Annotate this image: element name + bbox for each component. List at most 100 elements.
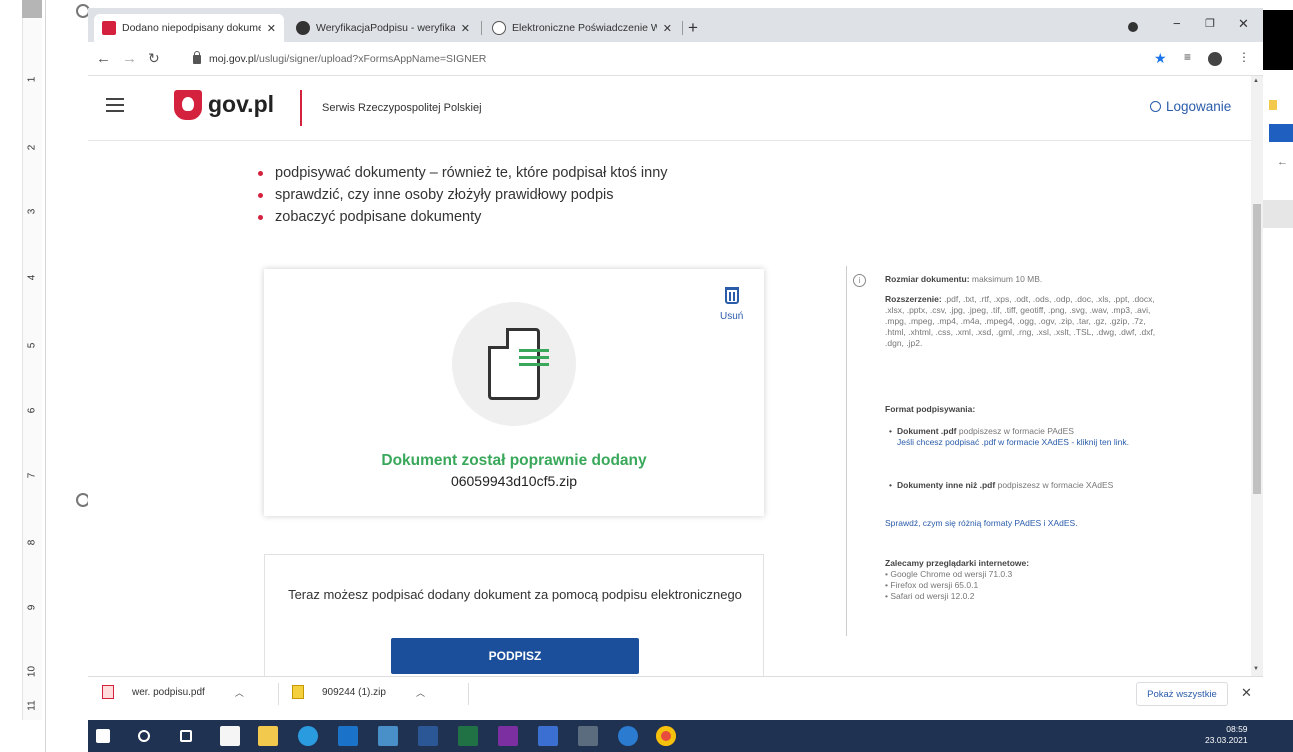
tab-close-icon[interactable]: ✕ bbox=[267, 22, 276, 35]
mail-icon[interactable] bbox=[338, 726, 358, 746]
clock-time: 08:59 bbox=[1226, 724, 1248, 734]
sign-button[interactable]: PODPISZ bbox=[391, 638, 639, 674]
info-icon: i bbox=[853, 274, 866, 287]
download-item[interactable]: wer. podpisu.pdf ︿ bbox=[102, 685, 244, 699]
excel-icon[interactable] bbox=[458, 726, 478, 746]
list-item-text: podpisywać dokumenty – również te, które… bbox=[275, 165, 668, 181]
hamburger-menu-icon[interactable] bbox=[106, 98, 124, 112]
file-explorer-icon[interactable] bbox=[258, 726, 278, 746]
format-pdf: • Dokument .pdf podpiszesz w formacie PAd… bbox=[889, 426, 1129, 447]
download-name: wer. podpisu.pdf bbox=[132, 686, 205, 698]
reading-list-icon[interactable]: ≡ bbox=[1184, 50, 1191, 64]
document-icon bbox=[488, 328, 549, 400]
chrome-icon[interactable] bbox=[656, 726, 676, 746]
background-window: ← bbox=[1263, 0, 1293, 720]
site-header: gov.pl Serwis Rzeczypospolitej Polskiej … bbox=[88, 76, 1251, 141]
scroll-down-icon[interactable]: ▼ bbox=[1253, 666, 1259, 672]
ruler-number: 11 bbox=[26, 700, 38, 711]
ruler-number: 1 bbox=[26, 76, 38, 83]
new-tab-button[interactable]: + bbox=[688, 18, 698, 38]
trash-icon[interactable] bbox=[725, 287, 739, 304]
extensions-label: Rozszerzenie: bbox=[885, 294, 942, 304]
onenote-icon[interactable] bbox=[498, 726, 518, 746]
tab-separator bbox=[682, 21, 683, 35]
windows-start-icon[interactable] bbox=[96, 729, 110, 743]
document-line bbox=[519, 349, 549, 352]
reload-icon[interactable]: ↻ bbox=[148, 50, 160, 67]
format-title: Format podpisywania: bbox=[885, 404, 1163, 415]
tab-close-icon[interactable]: ✕ bbox=[663, 22, 672, 35]
other-format: podpiszesz w formacie XAdES bbox=[997, 480, 1114, 490]
delete-link[interactable]: Usuń bbox=[720, 311, 743, 322]
screen: 1 2 3 4 5 6 7 8 9 10 11 Dodano niepodpis… bbox=[0, 0, 1293, 752]
tab-dodano[interactable]: Dodano niepodpisany dokument ✕ bbox=[94, 14, 284, 42]
document-line bbox=[519, 363, 549, 366]
scroll-up-icon[interactable]: ▲ bbox=[1253, 78, 1259, 84]
forward-arrow-icon[interactable]: → bbox=[122, 50, 137, 67]
back-arrow-icon[interactable]: ← bbox=[96, 50, 111, 67]
browser-window: Dodano niepodpisany dokument ✕ Weryfikac… bbox=[88, 8, 1263, 710]
minimize-button[interactable]: − bbox=[1173, 16, 1181, 31]
scrollbar-thumb[interactable] bbox=[1253, 204, 1261, 494]
bookmark-star-icon[interactable]: ★ bbox=[1154, 50, 1167, 67]
ruler-number: 3 bbox=[26, 208, 38, 215]
maximize-button[interactable]: ❐ bbox=[1205, 17, 1215, 30]
url-field[interactable]: moj.gov.pl/uslugi/signer/upload?xFormsAp… bbox=[183, 47, 1143, 71]
account-icon[interactable] bbox=[1208, 52, 1222, 66]
tab-title: WeryfikacjaPodpisu - weryfikacja bbox=[316, 22, 455, 34]
chevron-up-icon[interactable]: ︿ bbox=[416, 686, 425, 699]
other-label: Dokumenty inne niż .pdf bbox=[896, 480, 996, 490]
download-item[interactable]: 909244 (1).zip ︿ bbox=[292, 685, 425, 699]
store-icon[interactable] bbox=[220, 726, 240, 746]
page-viewport: gov.pl Serwis Rzeczypospolitej Polskiej … bbox=[88, 76, 1251, 676]
tab-epuap[interactable]: Elektroniczne Poświadczenie Wa ✕ bbox=[484, 14, 680, 42]
close-download-bar-icon[interactable]: ✕ bbox=[1241, 685, 1252, 701]
uploaded-document-card: Usuń Dokument został poprawnie dodany 06… bbox=[264, 269, 764, 516]
url-host: moj.gov.pl bbox=[209, 53, 257, 65]
document-line bbox=[519, 356, 549, 359]
govpl-logo[interactable]: gov.pl bbox=[208, 91, 274, 118]
browser-item: • Google Chrome od wersji 71.0.3 bbox=[885, 569, 1013, 579]
menu-dots-icon[interactable]: ⋮ bbox=[1238, 50, 1250, 64]
task-view-icon[interactable] bbox=[180, 730, 192, 742]
download-separator bbox=[468, 683, 469, 705]
calendar-icon[interactable] bbox=[538, 726, 558, 746]
ruler-number: 4 bbox=[26, 274, 38, 281]
show-all-downloads-button[interactable]: Pokaż wszystkie bbox=[1136, 682, 1228, 706]
lock-icon bbox=[193, 50, 201, 64]
desktop-app-icon[interactable] bbox=[378, 726, 398, 746]
polish-eagle-logo-icon[interactable] bbox=[174, 90, 202, 120]
login-link[interactable]: Logowanie bbox=[1150, 99, 1231, 114]
tab-close-icon[interactable]: ✕ bbox=[461, 22, 470, 35]
xades-pdf-link[interactable]: Jeśli chcesz podpisać .pdf w formacie XA… bbox=[897, 437, 1129, 447]
url-text: moj.gov.pl/uslugi/signer/upload?xFormsAp… bbox=[209, 53, 486, 65]
background-window-dark-area bbox=[1263, 10, 1293, 70]
word-icon[interactable] bbox=[418, 726, 438, 746]
compare-formats-link[interactable]: Sprawdź, czym się różnią formaty PAdES i… bbox=[885, 518, 1078, 528]
url-path: /uslugi/signer/upload?xFormsAppName=SIGN… bbox=[256, 53, 487, 65]
close-window-button[interactable]: ✕ bbox=[1238, 16, 1249, 32]
info-panel: i Rozmiar dokumentu: maksimum 10 MB. Roz… bbox=[846, 266, 1166, 636]
system-clock[interactable]: 08:59 23.03.2021 bbox=[1205, 724, 1248, 746]
clock-date: 23.03.2021 bbox=[1205, 735, 1248, 745]
profile-dot-icon[interactable] bbox=[1128, 22, 1138, 32]
edge-icon[interactable] bbox=[298, 726, 318, 746]
teams-icon[interactable] bbox=[618, 726, 638, 746]
ruler-number: 6 bbox=[26, 407, 38, 414]
calculator-icon[interactable] bbox=[578, 726, 598, 746]
pdf-label: Dokument .pdf bbox=[896, 426, 957, 436]
ruler-number: 9 bbox=[26, 604, 38, 611]
page-scrollbar[interactable]: ▲ ▼ bbox=[1251, 76, 1263, 676]
browser-item: • Safari od wersji 12.0.2 bbox=[885, 591, 975, 601]
size-label: Rozmiar dokumentu: bbox=[885, 274, 970, 284]
download-bar: wer. podpisu.pdf ︿ 909244 (1).zip ︿ Poka… bbox=[88, 676, 1263, 710]
tab-weryfikacja[interactable]: WeryfikacjaPodpisu - weryfikacja ✕ bbox=[288, 14, 478, 42]
chevron-up-icon[interactable]: ︿ bbox=[235, 686, 244, 699]
search-icon[interactable] bbox=[138, 730, 150, 742]
list-item: zobaczyć podpisane dokumenty bbox=[258, 206, 668, 228]
address-bar-row: ← → ↻ moj.gov.pl/uslugi/signer/upload?xF… bbox=[88, 42, 1263, 76]
zip-file-icon bbox=[292, 685, 304, 699]
back-arrow-icon: ← bbox=[1277, 156, 1288, 168]
intro-list: podpisywać dokumenty – również te, które… bbox=[258, 162, 668, 228]
format-other: • Dokumenty inne niż .pdf podpiszesz w fo… bbox=[889, 480, 1114, 490]
